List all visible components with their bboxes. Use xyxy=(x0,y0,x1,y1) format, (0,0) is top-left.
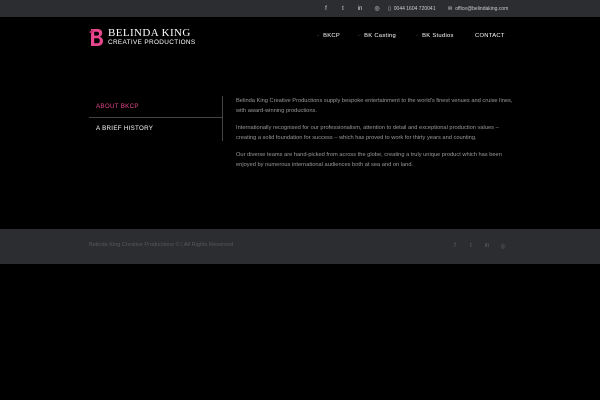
logo-subtitle: CREATIVE PRODUCTIONS xyxy=(108,39,196,47)
twitter-icon[interactable]: t xyxy=(335,6,351,12)
phone-icon: ▯ xyxy=(388,5,391,12)
email-address[interactable]: office@belindaking.com xyxy=(455,6,508,12)
top-phone[interactable]: ▯ 0044 1604 720041 xyxy=(388,0,435,17)
about-paragraph: Belinda King Creative Productions supply… xyxy=(236,98,513,114)
nav-item-bkcp[interactable]: ◦ BKCP xyxy=(317,33,340,39)
site-footer: Belinda King Creative Productions © | Al… xyxy=(0,229,600,264)
twitter-icon[interactable]: t xyxy=(463,243,479,249)
nav-label: CONTACT xyxy=(475,33,505,39)
about-paragraph: Internationally recognised for our profe… xyxy=(236,125,499,141)
nav-item-bk-casting[interactable]: ◦ BK Casting xyxy=(358,33,396,39)
nav-item-bk-studios[interactable]: ◦ BK Studios xyxy=(416,33,454,39)
site-header: BELINDA KING CREATIVE PRODUCTIONS ◦ BKCP … xyxy=(0,17,600,58)
facebook-icon[interactable]: f xyxy=(318,6,334,12)
nav-item-contact[interactable]: CONTACT xyxy=(475,33,505,39)
footer-social-links: f t in ◎ xyxy=(447,240,511,252)
side-item-brief-history[interactable]: A BRIEF HISTORY xyxy=(89,118,223,140)
top-bar: f t in ◎ ▯ 0044 1604 720041 ✉ office@bel… xyxy=(0,0,600,17)
nav-bullet-icon: ◦ xyxy=(358,33,361,39)
about-content: Belinda King Creative Productions supply… xyxy=(236,97,514,178)
nav-label: BKCP xyxy=(323,33,341,39)
side-menu: ABOUT BKCP A BRIEF HISTORY xyxy=(89,96,223,140)
instagram-icon[interactable]: ◎ xyxy=(369,5,385,12)
nav-label: BK Casting xyxy=(364,33,397,39)
nav-label: BK Studios xyxy=(422,33,454,39)
about-paragraph: Our diverse teams are hand-picked from a… xyxy=(236,152,502,168)
logo-b-icon xyxy=(89,29,103,46)
logo-mark-icon xyxy=(89,28,104,47)
nav-bullet-icon: ◦ xyxy=(317,33,320,39)
email-icon: ✉ xyxy=(448,5,453,12)
instagram-icon[interactable]: ◎ xyxy=(495,243,511,250)
logo-name: BELINDA KING xyxy=(108,27,191,40)
copyright-text: Belinda King Creative Productions © | Al… xyxy=(89,242,233,248)
linkedin-icon[interactable]: in xyxy=(479,243,495,249)
side-divider xyxy=(222,96,223,141)
side-item-about-bkcp[interactable]: ABOUT BKCP xyxy=(89,96,223,118)
nav-bullet-icon: ◦ xyxy=(416,33,419,39)
linkedin-icon[interactable]: in xyxy=(352,6,368,12)
facebook-icon[interactable]: f xyxy=(447,243,463,249)
top-social-links: f t in ◎ xyxy=(318,0,385,17)
phone-number[interactable]: 0044 1604 720041 xyxy=(394,6,436,12)
site-logo[interactable]: BELINDA KING CREATIVE PRODUCTIONS xyxy=(89,28,195,47)
top-email[interactable]: ✉ office@belindaking.com xyxy=(448,0,508,17)
